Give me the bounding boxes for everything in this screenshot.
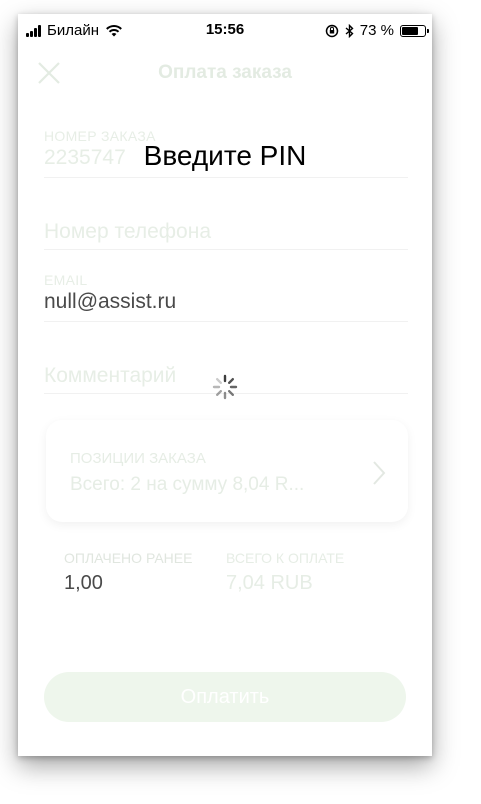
phone-field[interactable]: Номер телефона xyxy=(44,220,408,250)
email-label: EMAIL xyxy=(44,272,88,288)
bluetooth-icon xyxy=(345,23,354,38)
status-right: 73 % xyxy=(325,22,429,39)
pin-prompt-title: Введите PIN xyxy=(143,140,307,171)
order-items-card[interactable]: ПОЗИЦИИ ЗАКАЗА Всего: 2 на сумму 8,04 R.… xyxy=(46,420,408,522)
chevron-right-icon xyxy=(373,461,386,485)
total-due-value: 7,04 RUB xyxy=(226,572,313,594)
battery-icon xyxy=(400,24,429,37)
phone-placeholder: Номер телефона xyxy=(44,220,212,243)
total-due-label: ВСЕГО К ОПЛАТЕ xyxy=(226,550,345,566)
email-field[interactable]: EMAIL null@assist.ru xyxy=(44,272,408,322)
pay-button[interactable]: Оплатить xyxy=(44,672,406,722)
battery-fill xyxy=(402,26,419,35)
paid-earlier-value: 1,00 xyxy=(64,572,103,594)
page-title: Оплата заказа xyxy=(158,62,292,83)
order-items-label: ПОЗИЦИИ ЗАКАЗА xyxy=(70,450,206,467)
rotation-lock-icon xyxy=(325,24,339,37)
order-items-summary: Всего: 2 на сумму 8,04 R... xyxy=(70,474,305,495)
loading-spinner-icon xyxy=(212,374,238,400)
phone-screen: Билайн 15:56 73 % Оплата заказа НОМЕР ЗА… xyxy=(18,14,432,756)
paid-earlier-label: ОПЛАЧЕНО РАНЕЕ xyxy=(64,550,193,566)
email-value: null@assist.ru xyxy=(44,290,177,313)
status-bar: Билайн 15:56 73 % xyxy=(18,14,432,46)
battery-percent: 73 % xyxy=(359,22,394,39)
